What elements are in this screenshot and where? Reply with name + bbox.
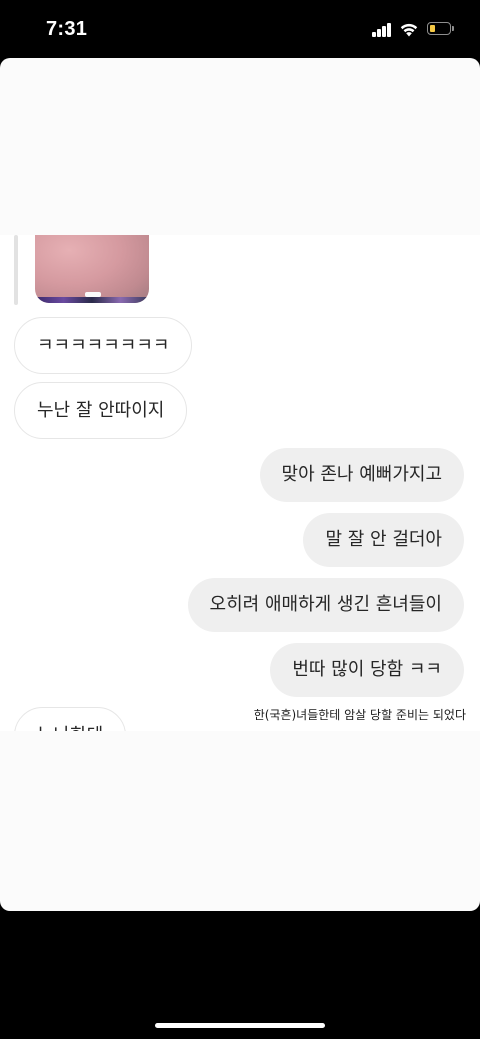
message-bubble-outgoing[interactable]: 오히려 애매하게 생긴 흔녀들이 (187, 578, 464, 632)
message-bubble-outgoing[interactable]: 번따 많이 당함 ㅋㅋ (270, 643, 464, 697)
chat-thread[interactable]: ㅋㅋㅋㅋㅋㅋㅋㅋ 누난 잘 안따이지 맞아 존나 예뻐가지고 말 잘 안 걸더아… (0, 235, 480, 731)
overlay-caption: 한(국흔)녀들한테 암살 당할 준비는 되었다 (253, 708, 466, 722)
battery-low-icon (427, 22, 454, 37)
wifi-icon (400, 23, 418, 37)
message-bubble-outgoing[interactable]: 맞아 존나 예뻐가지고 (259, 448, 464, 502)
shared-photo-thumbnail[interactable] (35, 235, 149, 303)
screenshot-card: ㅋㅋㅋㅋㅋㅋㅋㅋ 누난 잘 안따이지 맞아 존나 예뻐가지고 말 잘 안 걸더아… (0, 58, 480, 911)
home-indicator[interactable] (155, 1023, 325, 1028)
cellular-signal-icon (372, 23, 392, 37)
reply-indicator-bar (14, 235, 18, 305)
message-bubble-incoming[interactable]: 누난 잘 안따이지 (14, 382, 188, 439)
status-bar: 7:31 (0, 0, 480, 58)
phone-screen: 7:31 ㅋㅋㅋㅋㅋㅋㅋㅋ 누난 잘 안따이지 맞아 존나 예뻐가지고 말 잘 … (0, 0, 480, 1039)
message-bubble-outgoing[interactable]: 말 잘 안 걸더아 (303, 513, 464, 567)
status-time: 7:31 (46, 18, 88, 40)
message-bubble-incoming[interactable]: 누나한테 (14, 707, 127, 731)
message-bubble-incoming[interactable]: ㅋㅋㅋㅋㅋㅋㅋㅋ (14, 317, 193, 374)
